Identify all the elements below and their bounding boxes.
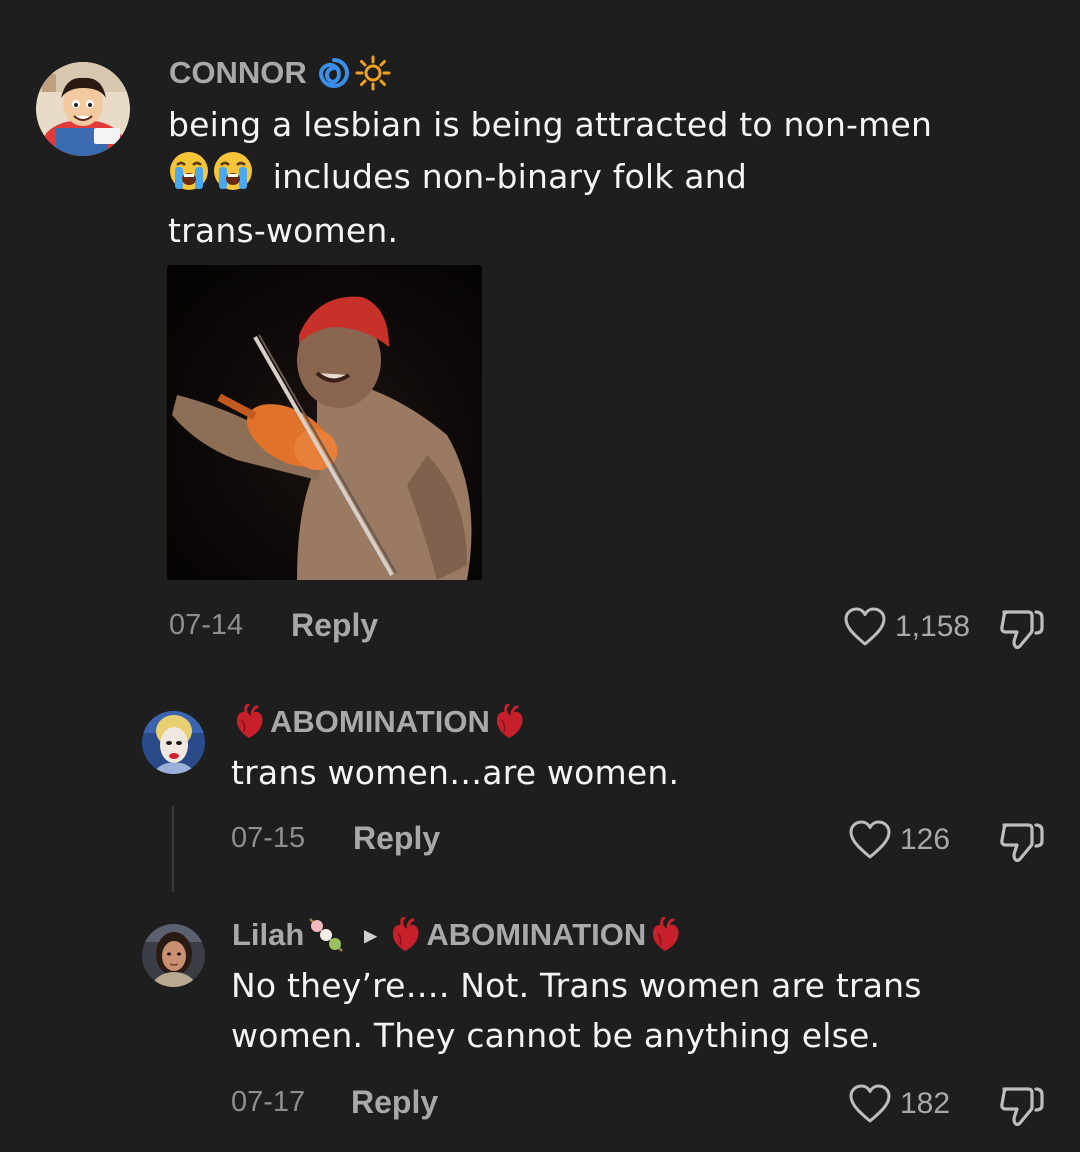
thumbs-down-icon bbox=[998, 1083, 1046, 1129]
like-button[interactable]: 1,158 bbox=[843, 606, 970, 648]
cyclone-icon bbox=[317, 56, 351, 90]
loudly-crying-face-icon bbox=[212, 150, 254, 206]
comment-line-1: No they’re…. Not. Trans women are trans bbox=[231, 966, 922, 1005]
thumbs-down-icon bbox=[998, 606, 1046, 652]
avatar-connor[interactable] bbox=[36, 62, 130, 156]
anatomical-heart-icon bbox=[232, 704, 266, 740]
loudly-crying-face-icon bbox=[168, 150, 210, 206]
reply-to-username[interactable]: ABOMINATION bbox=[426, 917, 646, 953]
comment-line-2: women. They cannot be anything else. bbox=[231, 1016, 881, 1055]
attached-image[interactable] bbox=[167, 265, 482, 580]
anatomical-heart-icon bbox=[648, 917, 682, 953]
like-button[interactable]: 126 bbox=[848, 819, 950, 861]
comment-date: 07-15 bbox=[231, 822, 306, 854]
reply-to-arrow-icon: ▸ bbox=[364, 921, 377, 949]
comment-line-1: trans women…are women. bbox=[231, 753, 680, 792]
avatar-lilah[interactable] bbox=[142, 924, 205, 987]
reply-button[interactable]: Reply bbox=[291, 607, 378, 644]
heart-icon bbox=[848, 1083, 892, 1125]
comment-text-lilah: No they’re…. Not. Trans women are trans … bbox=[231, 961, 1051, 1061]
comment-line-2: includes non-binary folk and bbox=[168, 150, 1048, 206]
comment-text-connor: being a lesbian is being attracted to no… bbox=[168, 100, 1048, 256]
username-label: ABOMINATION bbox=[270, 704, 490, 739]
username-lilah[interactable]: Lilah ▸ ABOMINATION bbox=[232, 915, 682, 955]
thumbs-down-icon bbox=[998, 819, 1046, 865]
comment-date: 07-17 bbox=[231, 1086, 306, 1118]
avatar-abomination[interactable] bbox=[142, 711, 205, 774]
dango-icon bbox=[306, 915, 346, 955]
sun-icon bbox=[355, 55, 391, 91]
reply-button[interactable]: Reply bbox=[351, 1084, 438, 1121]
comment-date: 07-14 bbox=[169, 609, 244, 641]
reply-button[interactable]: Reply bbox=[353, 820, 440, 857]
dislike-button[interactable] bbox=[998, 606, 1046, 657]
username-label: CONNOR bbox=[169, 55, 307, 90]
like-count: 182 bbox=[900, 1087, 951, 1120]
username-abomination[interactable]: ABOMINATION bbox=[232, 702, 526, 742]
dislike-button[interactable] bbox=[998, 819, 1046, 870]
comment-line-1: being a lesbian is being attracted to no… bbox=[168, 105, 933, 144]
like-count: 1,158 bbox=[895, 610, 971, 643]
heart-icon bbox=[843, 606, 887, 648]
comment-text-abomination: trans women…are women. bbox=[231, 748, 1031, 798]
heart-icon bbox=[848, 819, 892, 861]
comment-line-3: trans-women. bbox=[168, 211, 399, 250]
username-label: Lilah bbox=[232, 917, 305, 952]
comment-line-2-text: includes non-binary folk and bbox=[272, 156, 747, 196]
like-button[interactable]: 182 bbox=[848, 1083, 950, 1125]
username-connor[interactable]: CONNOR bbox=[169, 54, 391, 92]
thread-line bbox=[172, 806, 174, 892]
anatomical-heart-icon bbox=[388, 917, 422, 953]
like-count: 126 bbox=[900, 823, 951, 856]
dislike-button[interactable] bbox=[998, 1083, 1046, 1134]
anatomical-heart-icon bbox=[492, 704, 526, 740]
